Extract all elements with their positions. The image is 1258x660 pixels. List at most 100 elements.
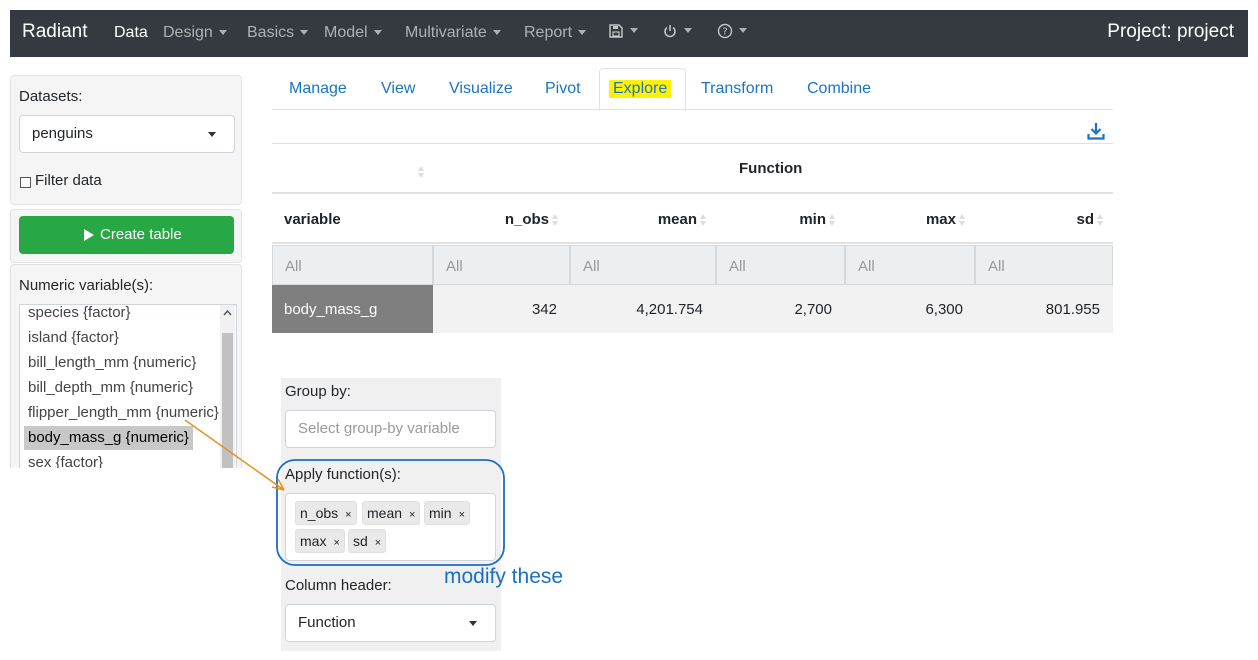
filter-max[interactable]: All: [845, 245, 975, 285]
list-item-selected[interactable]: body_mass_g {numeric}: [24, 426, 193, 450]
table-top-border: [272, 143, 1113, 144]
sort-icon: [959, 214, 965, 227]
chevron-down-icon: [469, 621, 477, 626]
tab-explore[interactable]: Explore: [609, 80, 672, 98]
column-header-label: Column header:: [285, 577, 392, 594]
function-tag: min ×: [424, 501, 470, 525]
nav-save-menu[interactable]: [608, 22, 638, 40]
column-header-sd[interactable]: sd: [1076, 211, 1103, 228]
nav-design[interactable]: Design: [163, 24, 227, 42]
top-navbar: Radiant Data Design Basics Model Multiva…: [10, 10, 1248, 57]
cell-mean: 4,201.754: [636, 301, 703, 318]
nav-basics[interactable]: Basics: [247, 24, 309, 42]
column-header-max[interactable]: max: [926, 211, 965, 228]
create-table-button[interactable]: Create table: [19, 216, 234, 254]
chevron-down-icon: [208, 132, 216, 137]
annotation-text: modify these: [444, 565, 564, 588]
tab-transform[interactable]: Transform: [701, 80, 773, 98]
tab-visualize[interactable]: Visualize: [449, 80, 513, 98]
numeric-variables-label: Numeric variable(s):: [19, 277, 154, 294]
nav-data[interactable]: Data: [114, 24, 148, 42]
chevron-up-icon: [223, 309, 232, 316]
column-header-n-obs[interactable]: n_obs: [505, 211, 558, 228]
column-header-label: mean: [657, 211, 697, 228]
list-item[interactable]: flipper_length_mm {numeric}: [24, 401, 223, 425]
create-table-label: Create table: [100, 226, 182, 243]
remove-icon[interactable]: ×: [375, 537, 381, 549]
function-tag: sd ×: [348, 529, 387, 553]
filter-min[interactable]: All: [716, 245, 845, 285]
column-header-value: Function: [298, 614, 356, 631]
save-icon: [609, 24, 623, 38]
dataset-select[interactable]: penguins: [19, 115, 235, 153]
sort-icon: [700, 214, 706, 227]
filter-mean[interactable]: All: [570, 245, 716, 285]
create-table-panel: Create table: [10, 209, 242, 263]
column-header-label: min: [799, 211, 826, 228]
chevron-down-icon: [373, 30, 382, 36]
dataset-value: penguins: [32, 125, 93, 142]
chevron-down-icon: [300, 30, 309, 36]
function-tag: max ×: [295, 529, 345, 553]
nav-model[interactable]: Model: [324, 24, 382, 42]
download-icon[interactable]: [1087, 122, 1105, 140]
filter-sd[interactable]: All: [975, 245, 1113, 285]
nav-help-menu[interactable]: ?: [717, 22, 747, 40]
scroll-thumb[interactable]: [222, 333, 233, 485]
list-item[interactable]: bill_depth_mm {numeric}: [24, 376, 197, 400]
column-header-label: max: [925, 211, 956, 228]
list-item[interactable]: species {factor}: [24, 305, 135, 325]
remove-icon[interactable]: ×: [459, 509, 465, 521]
chevron-down-icon: [739, 28, 747, 34]
group-by-input[interactable]: Select group-by variable: [285, 410, 496, 448]
column-header-label: n_obs: [504, 211, 549, 228]
table-header-bottom: [272, 242, 1113, 244]
table-group-header: Function: [739, 160, 803, 177]
cell-min: 2,700: [794, 301, 832, 318]
chevron-down-icon: [578, 30, 587, 36]
nav-power-menu[interactable]: [662, 22, 692, 40]
project-name: Project: project: [1107, 21, 1234, 42]
filter-data-checkbox[interactable]: [20, 177, 31, 188]
group-by-label: Group by:: [285, 383, 351, 400]
filter-variable[interactable]: All: [272, 245, 433, 285]
filter-data-label: Filter data: [35, 172, 102, 189]
column-header-label: sd: [1076, 211, 1094, 228]
tab-view[interactable]: View: [381, 80, 415, 98]
apply-functions-input[interactable]: n_obs × mean × min × max × sd ×: [285, 493, 496, 561]
nav-report[interactable]: Report: [524, 24, 587, 42]
remove-icon[interactable]: ×: [345, 509, 351, 521]
tab-pivot[interactable]: Pivot: [545, 80, 581, 98]
nav-multivariate[interactable]: Multivariate: [405, 24, 501, 42]
list-scrollbar[interactable]: [220, 305, 235, 485]
chevron-down-icon: [684, 28, 692, 34]
numeric-variables-list[interactable]: species {factor} island {factor} bill_le…: [19, 304, 237, 485]
tab-combine[interactable]: Combine: [807, 80, 871, 98]
cell-max: 6,300: [925, 301, 963, 318]
chevron-down-icon: [630, 28, 638, 34]
column-header-select[interactable]: Function: [285, 604, 496, 642]
remove-icon[interactable]: ×: [409, 509, 415, 521]
sort-icon[interactable]: [418, 166, 424, 179]
selected-cell[interactable]: body_mass_g: [272, 285, 433, 333]
tab-manage[interactable]: Manage: [289, 80, 347, 98]
apply-functions-label: Apply function(s):: [285, 466, 401, 483]
app-brand[interactable]: Radiant: [22, 21, 88, 43]
numeric-variables-panel: Numeric variable(s): species {factor} is…: [10, 264, 242, 485]
remove-icon[interactable]: ×: [333, 537, 339, 549]
column-header-min[interactable]: min: [799, 211, 835, 228]
function-tag: n_obs ×: [295, 501, 357, 525]
column-header-mean[interactable]: mean: [658, 211, 706, 228]
list-item[interactable]: island {factor}: [24, 326, 123, 350]
sort-icon: [552, 214, 558, 227]
table-row[interactable]: body_mass_g 342 4,201.754 2,700 6,300 80…: [272, 285, 1113, 333]
column-header-variable[interactable]: variable: [284, 211, 341, 228]
table-header-divider: [272, 192, 1113, 194]
chevron-down-icon: [492, 30, 501, 36]
sort-icon: [1097, 214, 1103, 227]
group-by-placeholder: Select group-by variable: [298, 420, 460, 437]
datasets-panel: Datasets: penguins Filter data: [10, 75, 242, 205]
list-item[interactable]: bill_length_mm {numeric}: [24, 351, 200, 375]
play-icon: [84, 229, 94, 241]
filter-n-obs[interactable]: All: [433, 245, 570, 285]
